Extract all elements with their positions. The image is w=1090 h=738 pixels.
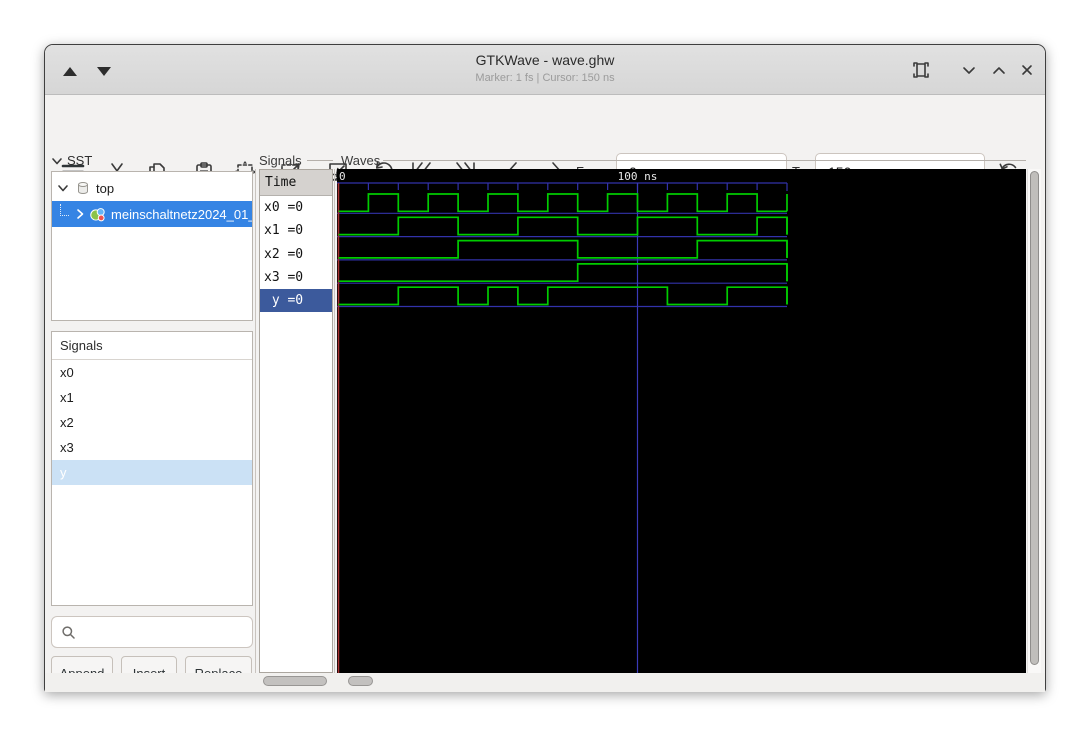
signals-panel-header: Signals [52, 332, 252, 360]
wave-list-frame-label: Signals [259, 153, 302, 168]
sst-tree: top meinschaltnetz2024_01_ [51, 171, 253, 321]
window-title: GTKWave - wave.ghw [475, 52, 615, 68]
wave-canvas[interactable]: 0 100 ns [337, 169, 1026, 673]
signals-panel: Signals x0 x1 x2 x3 y [51, 331, 253, 606]
minimize-icon[interactable] [956, 57, 982, 83]
marker-cursor-status: Marker: 1 fs | Cursor: 150 ns [475, 72, 615, 84]
sst-section[interactable]: SST [51, 153, 92, 168]
maximize-icon[interactable] [986, 57, 1012, 83]
signals-list: x0 x1 x2 x3 y [52, 360, 252, 485]
tree-item-label: meinschaltnetz2024_01_ [111, 206, 252, 222]
wave-name-panel: Time x0 =0 x1 =0 x2 =0 x3 =0 y =0 [259, 169, 333, 673]
pane-up-button[interactable] [63, 67, 77, 76]
list-item[interactable]: y [52, 460, 252, 485]
wave-name-row[interactable]: x1 =0 [260, 219, 332, 242]
search-icon [62, 625, 75, 639]
wave-vertical-scrollbar[interactable] [1027, 169, 1041, 673]
wave-name-row[interactable]: x3 =0 [260, 266, 332, 289]
tree-item-label: top [96, 180, 115, 196]
scrollbar-thumb[interactable] [1030, 171, 1039, 665]
name-list-hscroll-thumb[interactable] [263, 676, 327, 686]
tree-item-top[interactable]: top [52, 175, 252, 201]
wave-name-row[interactable]: x0 =0 [260, 196, 332, 219]
pane-down-button[interactable] [97, 67, 111, 76]
list-item[interactable]: x2 [52, 410, 252, 435]
sst-header-label: SST [67, 153, 93, 168]
wave-name-list: x0 =0 x1 =0 x2 =0 x3 =0 y =0 [260, 196, 332, 313]
scope-cylinder-icon [78, 182, 88, 194]
gtkwave-window: GTKWave - wave.ghw Marker: 1 fs | Cursor… [44, 44, 1046, 692]
list-item[interactable]: x3 [52, 435, 252, 460]
titlebar: GTKWave - wave.ghw Marker: 1 fs | Cursor… [45, 45, 1045, 95]
wave-name-row[interactable]: x2 =0 [260, 243, 332, 266]
wave-hscroll-thumb[interactable] [348, 676, 373, 686]
fullscreen-icon[interactable] [908, 57, 934, 83]
time-header[interactable]: Time [260, 170, 332, 196]
list-item[interactable]: x0 [52, 360, 252, 385]
waves-frame-label: Waves [341, 153, 381, 168]
bottom-scroll-strip [45, 673, 1045, 692]
close-icon[interactable] [1014, 57, 1040, 83]
chevron-right-icon[interactable] [74, 208, 88, 220]
sst-expander-icon [52, 157, 62, 164]
svg-text:100 ns: 100 ns [618, 170, 658, 183]
svg-text:0: 0 [339, 170, 346, 183]
chevron-down-icon[interactable] [57, 182, 71, 194]
toolbar: From: To: [45, 95, 1045, 191]
signal-search[interactable] [51, 616, 253, 648]
tree-connector [60, 204, 69, 216]
module-icon [90, 207, 106, 221]
wave-name-row[interactable]: y =0 [260, 289, 332, 313]
tree-item-module[interactable]: meinschaltnetz2024_01_ [52, 201, 252, 227]
list-item[interactable]: x1 [52, 385, 252, 410]
